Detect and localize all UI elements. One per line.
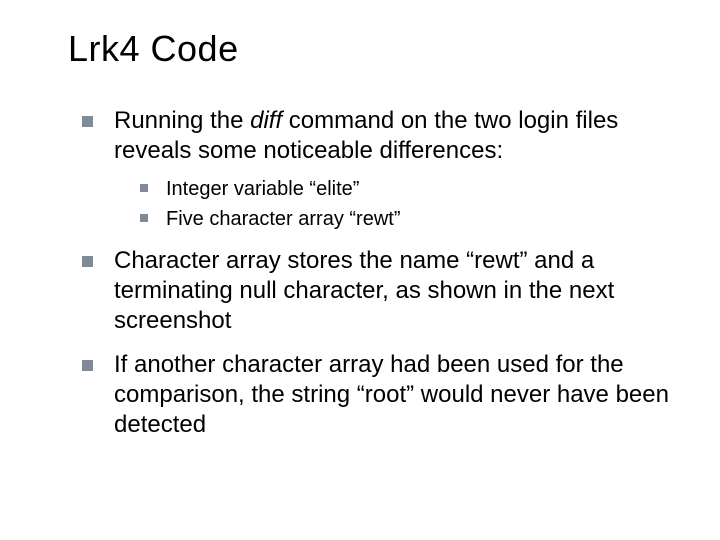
- sub-bullet-item-1: Integer variable “elite”: [140, 176, 672, 202]
- bullet-1-text-em: diff: [250, 107, 282, 134]
- bullet-list: Running the diff command on the two logi…: [68, 106, 672, 440]
- slide-title: Lrk4 Code: [68, 28, 672, 70]
- sub-bullet-list: Integer variable “elite” Five character …: [114, 176, 672, 232]
- slide: Lrk4 Code Running the diff command on th…: [0, 0, 720, 540]
- sub-bullet-item-2: Five character array “rewt”: [140, 206, 672, 232]
- bullet-item-3: If another character array had been used…: [82, 350, 672, 440]
- bullet-1-text-pre: Running the: [114, 107, 250, 134]
- bullet-item-1: Running the diff command on the two logi…: [82, 106, 672, 232]
- bullet-item-2: Character array stores the name “rewt” a…: [82, 246, 672, 336]
